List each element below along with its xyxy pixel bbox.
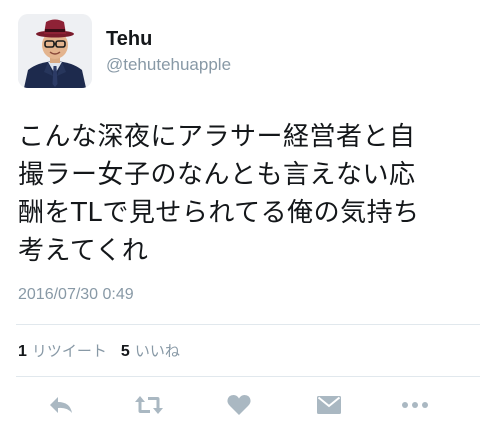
reply-button[interactable] xyxy=(46,392,76,418)
divider xyxy=(16,324,480,325)
more-button[interactable] xyxy=(400,392,430,418)
tweet-text: こんな深夜にアラサー経営者と自 撮ラー女子のなんとも言えない応 酬をTLで見せら… xyxy=(18,118,470,270)
avatar-illustration xyxy=(18,14,92,88)
avatar[interactable] xyxy=(18,14,92,88)
envelope-icon xyxy=(317,396,341,414)
like-count: 5 xyxy=(120,343,130,360)
direct-message-button[interactable] xyxy=(314,392,344,418)
retweet-label: リツイート xyxy=(31,343,107,360)
retweet-button[interactable] xyxy=(134,392,164,418)
display-name[interactable]: Tehu xyxy=(106,27,231,51)
retweet-count: 1 xyxy=(18,343,27,360)
like-label: いいね xyxy=(134,343,180,360)
heart-icon xyxy=(227,395,251,415)
retweet-stat[interactable]: 1 リツイート xyxy=(18,340,107,361)
like-button[interactable] xyxy=(224,392,254,418)
retweet-icon xyxy=(135,396,163,414)
like-stat[interactable]: 5 いいね xyxy=(121,340,180,361)
tweet-actions xyxy=(0,388,480,422)
tweet-text-line: 考えてくれ xyxy=(18,236,149,266)
tweet-text-line: こんな深夜にアラサー経営者と自 xyxy=(18,122,416,152)
reply-icon xyxy=(50,397,72,413)
divider xyxy=(16,376,480,377)
user-names: Tehu @tehutehuapple xyxy=(106,27,231,76)
tweet-header: Tehu @tehutehuapple xyxy=(18,12,231,90)
tweet-stats: 1 リツイート 5 いいね xyxy=(18,340,194,361)
user-handle[interactable]: @tehutehuapple xyxy=(106,54,231,76)
tweet-text-line: 撮ラー女子のなんとも言えない応 xyxy=(18,160,416,190)
tweet-text-line: 酬をTLで見せられてる俺の気持ち xyxy=(18,198,420,228)
tweet-timestamp[interactable]: 2016/07/30 0:49 xyxy=(18,286,134,304)
more-dots-icon xyxy=(402,402,428,408)
